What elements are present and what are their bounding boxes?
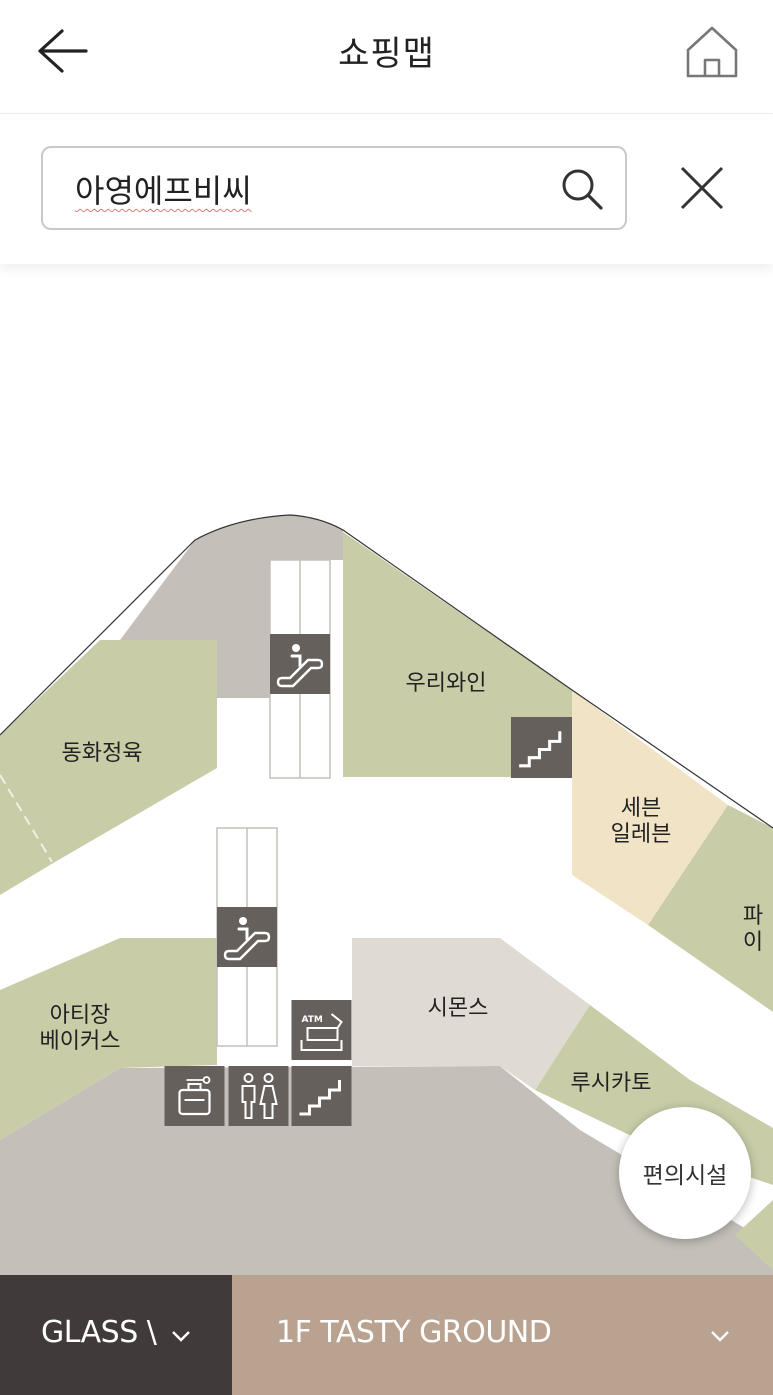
store-label-루시카토[interactable]: 루시카토	[571, 1071, 652, 1097]
store-label-우리와인[interactable]: 우리와인	[406, 671, 487, 697]
chevron-down-icon	[711, 1331, 729, 1342]
close-icon	[680, 166, 724, 210]
escalator-facility-2[interactable]	[217, 907, 277, 967]
page-title: 쇼핑맵	[338, 34, 435, 74]
search-icon	[562, 169, 603, 210]
home-icon	[686, 26, 738, 78]
stairs-facility[interactable]	[511, 717, 572, 778]
search-button[interactable]	[559, 166, 605, 212]
app-header: 쇼핑맵	[0, 0, 773, 114]
floor-selector-label: 1F TASTY GROUND	[276, 1315, 552, 1350]
store-label-아티장베이커스[interactable]: 아티장 베이커스	[40, 1003, 121, 1055]
locker-icon	[164, 1066, 225, 1126]
escalator-icon	[217, 907, 277, 967]
clear-search-button[interactable]	[676, 162, 728, 214]
store-label-시몬스[interactable]: 시몬스	[428, 996, 489, 1022]
home-button[interactable]	[684, 24, 740, 80]
store-label-세븐일레븐[interactable]: 세븐 일레븐	[611, 796, 672, 848]
stairs-icon	[291, 1066, 352, 1126]
stairs-facility-2[interactable]	[291, 1066, 352, 1126]
atm-icon: ATM	[291, 1000, 352, 1060]
floor-selector[interactable]: 1F TASTY GROUND	[232, 1275, 773, 1395]
building-selector-label: GLASS \	[41, 1315, 157, 1350]
atm-icon-label: ATM	[302, 1015, 323, 1025]
store-shape-동화정육	[0, 640, 217, 895]
chevron-down-icon	[172, 1331, 190, 1342]
search-bar	[0, 114, 773, 264]
locker-facility[interactable]	[164, 1066, 225, 1126]
facility-toggle-button[interactable]: 편의시설	[619, 1107, 751, 1239]
restroom-icon	[228, 1066, 289, 1126]
building-selector[interactable]: GLASS \	[0, 1275, 232, 1395]
search-box	[41, 146, 627, 230]
escalator-icon	[270, 634, 330, 694]
store-label-파이[interactable]: 파이	[743, 904, 763, 956]
search-input[interactable]	[73, 162, 537, 216]
store-label-동화정육[interactable]: 동화정육	[62, 741, 143, 767]
escalator-facility[interactable]	[270, 634, 330, 694]
bottom-bar: GLASS \ 1F TASTY GROUND	[0, 1275, 773, 1395]
atm-facility[interactable]: ATM	[291, 1000, 352, 1060]
restroom-facility[interactable]	[228, 1066, 289, 1126]
stairs-icon	[511, 717, 572, 778]
